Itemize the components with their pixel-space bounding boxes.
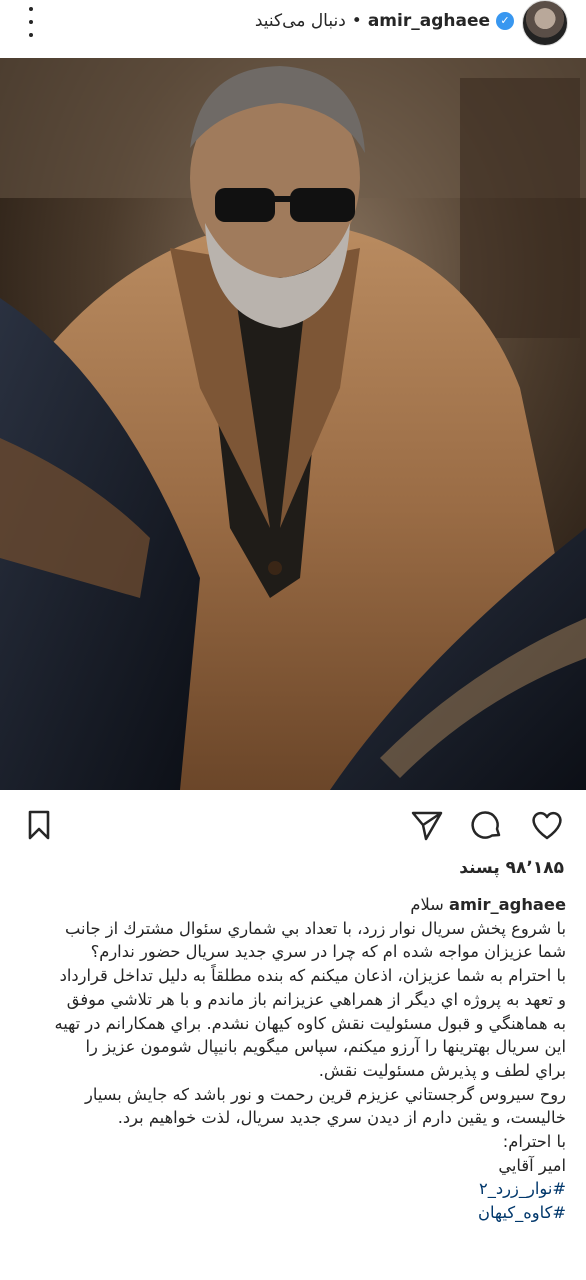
likes-count[interactable]: ۹۸٬۱۸۵ پسند — [459, 858, 564, 878]
caption-first-line: amir_aghaee سلام — [18, 893, 566, 917]
hashtag-link[interactable]: #نوار_زرد_۲ — [18, 1177, 566, 1201]
caption-line: و تعهد به پروژه اي ديگر از همراهي عزيزان… — [66, 989, 566, 1009]
post-actions-bar — [0, 796, 586, 856]
caption-username[interactable]: amir_aghaee — [449, 895, 566, 914]
caption-greeting: سلام — [410, 895, 444, 914]
caption-line: با احترام: — [502, 1132, 566, 1152]
following-label[interactable]: دنبال می‌کنید — [255, 11, 346, 31]
more-vertical-icon[interactable] — [26, 7, 36, 37]
caption-line: شما عزيزان مواجه شده ام كه چرا در سري جد… — [90, 942, 566, 962]
post-caption: amir_aghaee سلام با شروع پخش سريال نوار … — [18, 893, 566, 1225]
caption-line: خاليست، و يقين دارم از ديدن سري جديد سري… — [117, 1108, 566, 1128]
post-photo-illustration — [0, 58, 586, 790]
separator-dot: • — [351, 11, 362, 31]
hashtag-link[interactable]: #کاوه_کیهان — [18, 1201, 566, 1225]
caption-line: امير آقايي — [498, 1155, 566, 1175]
header-text: دنبال می‌کنید • amir_aghaee ✓ — [255, 8, 514, 34]
caption-line: به هماهنگي و قبول مسئوليت نقش كاوه كيهان… — [54, 1013, 566, 1033]
caption-line: اين سريال بهترينها را آرزو ميكنم، سپاس م… — [85, 1037, 566, 1057]
paper-plane-icon[interactable] — [410, 808, 444, 842]
comment-bubble-icon[interactable] — [470, 808, 504, 842]
post-header: دنبال می‌کنید • amir_aghaee ✓ — [0, 0, 586, 58]
heart-icon[interactable] — [530, 808, 564, 842]
post-image[interactable] — [0, 58, 586, 790]
caption-line: براي لطف و پذيرش مسئوليت نقش. — [318, 1060, 566, 1080]
caption-line: با احترام به شما عزيزان، اذعان ميكنم كه … — [59, 966, 566, 986]
caption-line: با شروع پخش سريال نوار زرد، با تعداد بي … — [64, 918, 566, 938]
username[interactable]: amir_aghaee — [368, 11, 490, 31]
avatar[interactable] — [522, 0, 568, 46]
bookmark-icon[interactable] — [22, 808, 56, 842]
caption-line: روح سيروس گرجستاني عزيزم قرين رحمت و نور… — [85, 1084, 566, 1104]
verified-badge-icon: ✓ — [496, 12, 514, 30]
